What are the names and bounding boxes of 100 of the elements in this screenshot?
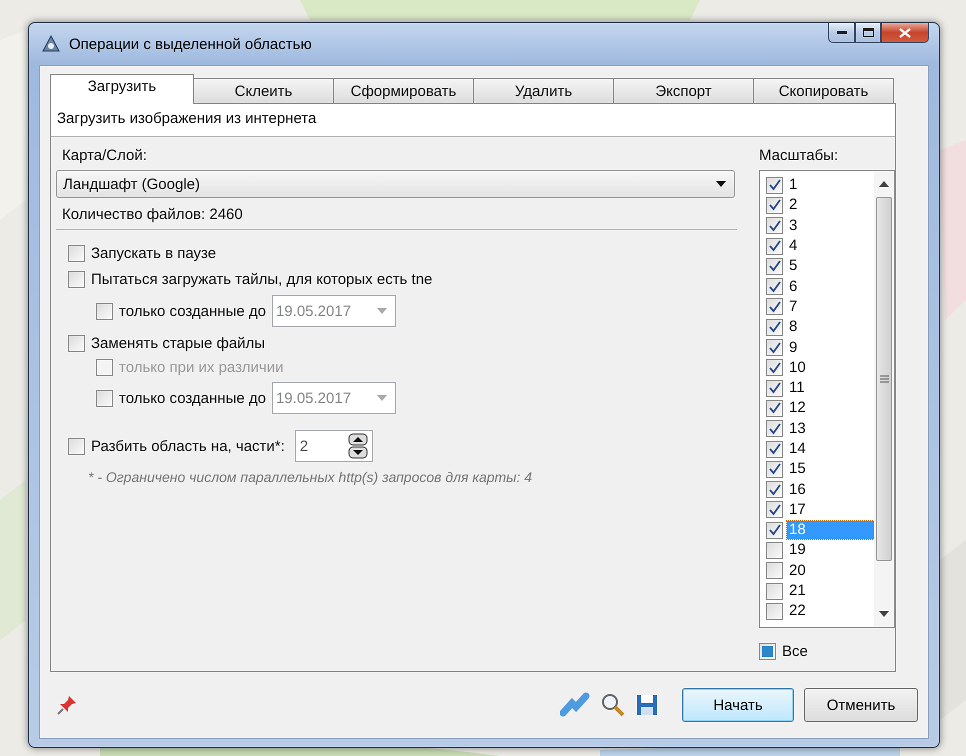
tab[interactable]: Скопировать xyxy=(753,78,894,104)
scale-item[interactable]: 21 xyxy=(787,582,874,600)
checkmark-icon xyxy=(768,443,780,455)
checkbox[interactable] xyxy=(759,643,776,660)
map-layer-dropdown[interactable]: Ландшафт (Google) xyxy=(56,170,735,198)
dropdown-arrow-icon xyxy=(376,308,387,314)
checkbox[interactable] xyxy=(766,440,783,458)
scale-item[interactable]: 10 xyxy=(787,358,874,377)
checkmark-icon xyxy=(768,342,780,354)
option-label: Разбить область на, части*: xyxy=(91,438,285,454)
scrollbar[interactable] xyxy=(874,171,894,627)
scale-item[interactable]: 13 xyxy=(787,420,874,438)
option-label: Все xyxy=(782,643,808,660)
checkbox[interactable] xyxy=(766,278,783,296)
checkbox[interactable] xyxy=(766,460,783,478)
checkbox[interactable] xyxy=(766,481,783,498)
file-count: Количество файлов: 2460 xyxy=(62,206,243,223)
spin-arrows-icon xyxy=(348,433,368,459)
zoom-icon[interactable] xyxy=(600,692,626,718)
checkbox[interactable] xyxy=(766,582,783,600)
option-label: только созданные до xyxy=(119,390,266,406)
option-label: только при их различии xyxy=(119,359,284,376)
scale-item[interactable]: 3 xyxy=(787,216,874,235)
close-button[interactable] xyxy=(881,23,929,43)
checkmark-icon xyxy=(768,220,780,232)
dialog-button[interactable]: Отменить xyxy=(804,688,918,722)
scale-item[interactable]: 7 xyxy=(787,298,874,316)
checkbox[interactable] xyxy=(766,602,783,620)
scale-item[interactable]: 8 xyxy=(787,318,874,336)
scale-item[interactable]: 17 xyxy=(787,500,874,519)
checkbox[interactable] xyxy=(766,298,783,316)
checkmark-icon xyxy=(768,179,780,192)
scale-item[interactable]: 2 xyxy=(787,196,874,214)
option-label: Пытаться загружать тайлы, для которых есть tne xyxy=(91,270,432,288)
tab[interactable]: Сформировать xyxy=(333,78,474,104)
checkbox[interactable] xyxy=(766,238,783,255)
tab[interactable]: Удалить xyxy=(473,78,614,104)
checkmark-icon xyxy=(768,362,780,374)
checkbox[interactable] xyxy=(766,339,783,356)
scale-item[interactable]: 15 xyxy=(787,460,874,478)
checkbox[interactable] xyxy=(766,501,783,518)
option-label: Запускать в паузе xyxy=(91,244,216,262)
tab[interactable]: Экспорт xyxy=(613,78,754,104)
scale-item[interactable]: 4 xyxy=(787,237,874,256)
option-label: Заменять старые файлы xyxy=(91,334,266,352)
scale-item[interactable]: 20 xyxy=(787,562,874,580)
tab[interactable]: Склеить xyxy=(193,78,334,104)
maximize-icon xyxy=(862,28,874,37)
checkbox[interactable] xyxy=(68,334,85,352)
scales-label: Масштабы: xyxy=(759,147,840,164)
checkbox[interactable] xyxy=(766,217,783,234)
checkmark-icon xyxy=(768,524,780,536)
checkbox[interactable] xyxy=(766,542,783,559)
section-heading: Загрузить изображения из интернета xyxy=(57,110,316,127)
scroll-thumb[interactable] xyxy=(876,197,892,561)
scale-item[interactable]: 16 xyxy=(787,480,874,499)
checkbox[interactable] xyxy=(766,420,783,438)
checkbox[interactable] xyxy=(766,400,783,417)
scale-item[interactable]: 12 xyxy=(787,399,874,418)
scale-item[interactable]: 19 xyxy=(787,541,874,560)
checkbox[interactable] xyxy=(766,258,783,275)
scale-item[interactable]: 6 xyxy=(787,278,874,296)
checkbox[interactable] xyxy=(766,176,783,194)
checkmark-icon xyxy=(768,382,780,394)
checkbox[interactable] xyxy=(766,562,783,580)
checkbox[interactable] xyxy=(766,318,783,336)
checkmark-icon xyxy=(768,280,780,293)
maximize-button[interactable] xyxy=(855,23,881,43)
pin-icon[interactable] xyxy=(56,694,78,716)
checkbox[interactable] xyxy=(96,302,113,320)
dialog-button[interactable]: Начать xyxy=(682,688,794,722)
checkbox[interactable] xyxy=(766,380,783,397)
checkbox[interactable] xyxy=(766,522,783,539)
scale-item[interactable]: 1 xyxy=(787,176,874,194)
dropdown-arrow-icon xyxy=(376,395,387,401)
number-field[interactable]: 2 xyxy=(294,430,373,462)
scale-item[interactable]: 9 xyxy=(787,338,874,357)
window-title: Операции с выделенной областью xyxy=(69,36,313,52)
checkmark-icon xyxy=(768,402,780,414)
checkmark-icon xyxy=(768,300,780,313)
tab[interactable]: Загрузить xyxy=(50,74,194,104)
checkbox[interactable] xyxy=(68,244,85,262)
checkbox[interactable] xyxy=(68,438,85,454)
minimize-icon xyxy=(836,30,846,34)
scroll-up-icon xyxy=(879,181,889,187)
checkmark-icon xyxy=(768,504,780,516)
checkbox[interactable] xyxy=(68,270,85,288)
scale-item[interactable]: 11 xyxy=(787,379,874,398)
save-icon[interactable] xyxy=(636,694,658,716)
scale-item[interactable]: 5 xyxy=(787,257,874,276)
dropdown-arrow-icon xyxy=(716,181,726,187)
scale-item[interactable]: 14 xyxy=(787,440,874,458)
scroll-down-icon xyxy=(879,611,889,617)
checkbox[interactable] xyxy=(766,359,783,376)
checkmark-icon xyxy=(768,463,780,476)
checkbox[interactable] xyxy=(96,390,113,406)
footnote: * - Ограничено числом параллельных http(s) запросов для карты: 4 xyxy=(87,468,534,485)
checkbox[interactable] xyxy=(766,196,783,214)
minimize-button[interactable] xyxy=(828,23,855,43)
scale-item[interactable]: 22 xyxy=(787,602,874,620)
